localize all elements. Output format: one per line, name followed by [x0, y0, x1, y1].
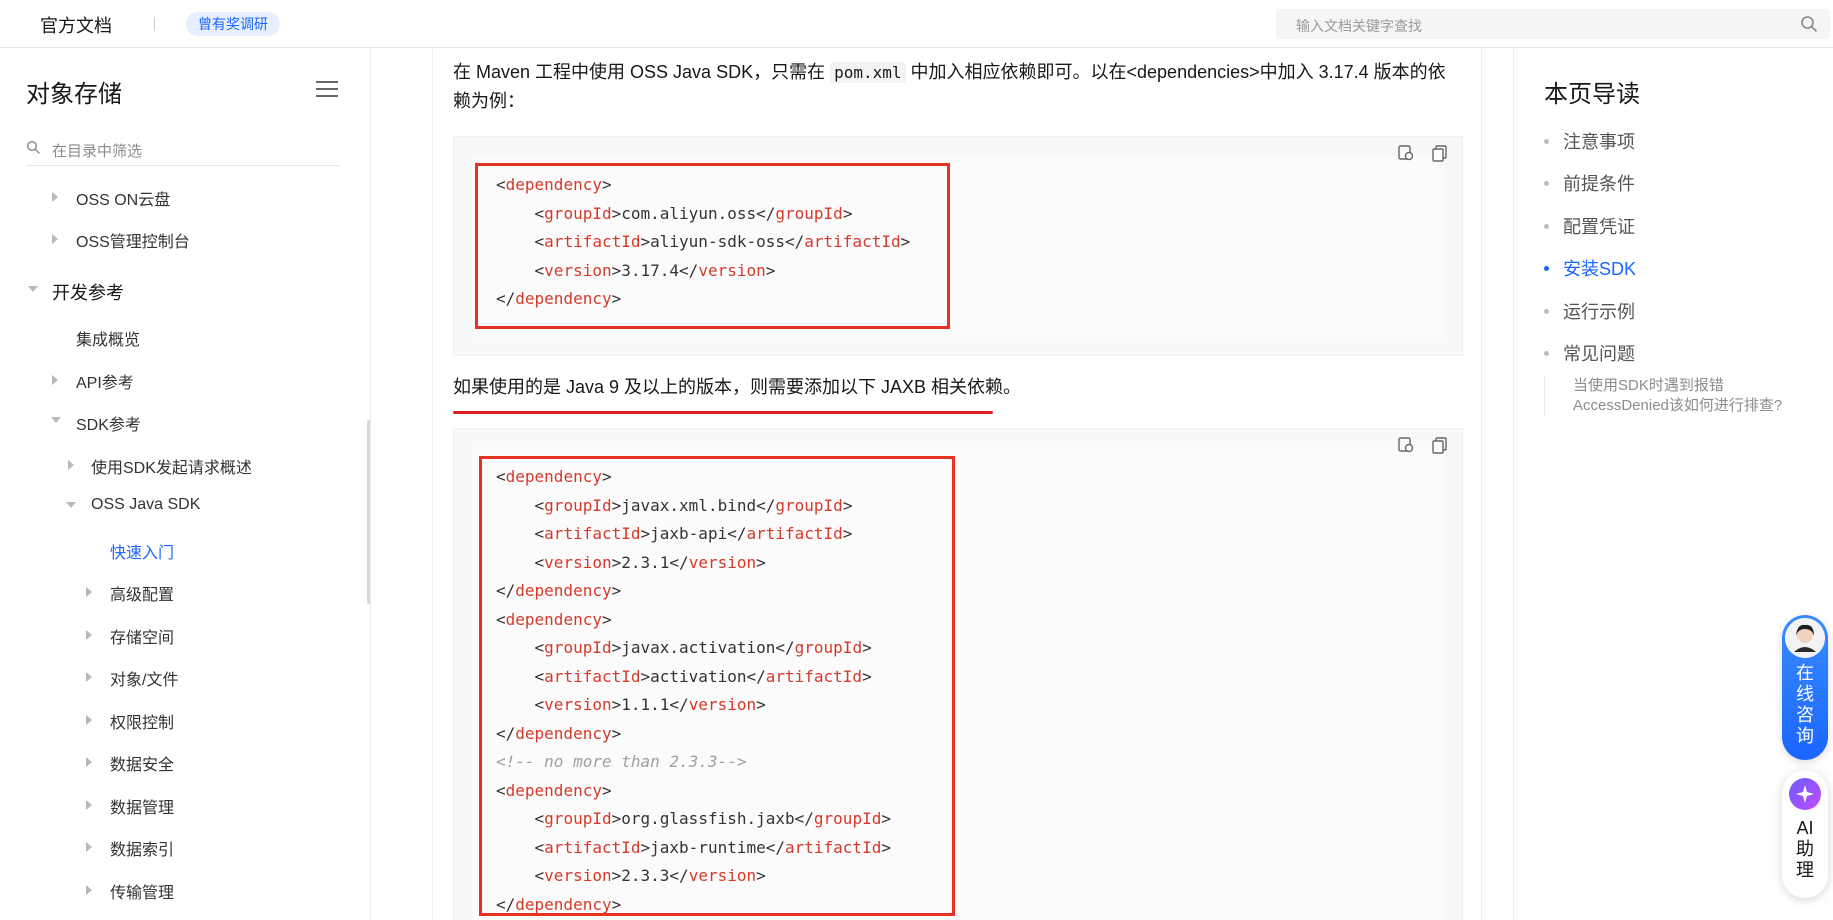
jaxb-note: 如果使用的是 Java 9 及以上的版本，则需要添加以下 JAXB 相关依赖。	[453, 377, 1022, 397]
toc-item-install-sdk[interactable]: 安装SDK	[1544, 255, 1636, 281]
expand-caret-icon[interactable]	[86, 885, 92, 895]
sidebar-title: 对象存储	[26, 81, 122, 108]
sidebar-item-oss-java-sdk[interactable]: OSS Java SDK	[91, 496, 200, 514]
intro-paragraph: 在 Maven 工程中使用 OSS Java SDK，只需在 pom.xml 中…	[453, 58, 1463, 116]
filter-box[interactable]: 在目录中筛选	[26, 130, 340, 166]
consult-label: 在线咨询	[1796, 663, 1814, 746]
intro-text-1: 在 Maven 工程中使用 OSS Java SDK，只需在	[453, 62, 831, 82]
code-toolbar	[1396, 435, 1450, 455]
sidebar-item-oss-console[interactable]: OSS管理控制台	[76, 228, 190, 252]
filter-search-icon	[26, 140, 40, 154]
toc-item-run-example[interactable]: 运行示例	[1544, 298, 1635, 324]
toc-label: 前提条件	[1563, 174, 1635, 194]
main-content: 在 Maven 工程中使用 OSS Java SDK，只需在 pom.xml 中…	[432, 48, 1482, 920]
agent-avatar	[1785, 618, 1825, 658]
bullet-icon	[1544, 308, 1549, 314]
sidebar-item-advanced-config[interactable]: 高级配置	[110, 581, 174, 605]
search-box[interactable]: 输入文档关键字查找	[1276, 9, 1830, 39]
collapse-caret-icon[interactable]	[66, 502, 76, 508]
search-input[interactable]: 输入文档关键字查找	[1296, 16, 1422, 36]
run-code-icon[interactable]	[1396, 435, 1416, 455]
sidebar-item-access-control[interactable]: 权限控制	[110, 709, 174, 733]
toc-label: 运行示例	[1563, 302, 1635, 322]
menu-icon[interactable]	[316, 80, 338, 98]
toc-label: 注意事项	[1563, 132, 1635, 152]
online-consult-button[interactable]: 在线咨询	[1782, 615, 1828, 760]
toc-label: 安装SDK	[1563, 259, 1637, 279]
top-bar: 官方文档 曾有奖调研 输入文档关键字查找	[0, 0, 1833, 48]
bullet-icon	[1544, 265, 1549, 271]
toc-item-faq[interactable]: 常见问题	[1544, 340, 1635, 366]
brand-link[interactable]: 官方文档	[40, 12, 112, 38]
toc-item-prerequisites[interactable]: 前提条件	[1544, 170, 1635, 196]
expand-caret-icon[interactable]	[86, 672, 92, 682]
sidebar-scrollbar[interactable]	[367, 420, 370, 604]
expand-caret-icon[interactable]	[86, 630, 92, 640]
sidebar-item-oss-on-cloud-disk[interactable]: OSS ON云盘	[76, 186, 170, 210]
avatar-icon	[1785, 618, 1825, 658]
sidebar-item-sdk-request-overview[interactable]: 使用SDK发起请求概述	[91, 454, 252, 478]
inline-code: pom.xml	[830, 62, 906, 83]
copy-icon[interactable]	[1430, 435, 1450, 455]
run-code-icon[interactable]	[1396, 143, 1416, 163]
expand-caret-icon[interactable]	[86, 842, 92, 852]
bullet-icon	[1544, 350, 1549, 356]
expand-caret-icon[interactable]	[68, 460, 74, 470]
sidebar-item-sdk-reference[interactable]: SDK参考	[76, 411, 141, 435]
note-underline	[453, 411, 993, 414]
intro-text-3: 赖为例：	[453, 91, 525, 111]
code-toolbar	[1396, 143, 1450, 163]
ai-label: AI 助理	[1796, 818, 1814, 880]
toc-item-credentials[interactable]: 配置凭证	[1544, 213, 1635, 239]
copy-icon[interactable]	[1430, 143, 1450, 163]
expand-caret-icon[interactable]	[52, 375, 58, 385]
toc-label: 常见问题	[1563, 344, 1635, 364]
sidebar-item-dev-reference[interactable]: 开发参考	[52, 279, 124, 305]
toc-title: 本页导读	[1544, 81, 1640, 108]
sidebar-item-api-reference[interactable]: API参考	[76, 369, 134, 393]
sidebar-item-data-security[interactable]: 数据安全	[110, 751, 174, 775]
sidebar-item-buckets[interactable]: 存储空间	[110, 624, 174, 648]
bullet-icon	[1544, 223, 1549, 229]
toc-subitem-access-denied[interactable]: 当使用SDK时遇到报错AccessDenied该如何进行排查?	[1544, 376, 1794, 416]
toc-label: 配置凭证	[1563, 217, 1635, 237]
sidebar-item-transfer-management[interactable]: 传输管理	[110, 879, 174, 903]
collapse-caret-icon[interactable]	[28, 286, 38, 292]
sidebar-item-quick-start[interactable]: 快速入门	[110, 539, 174, 563]
search-icon[interactable]	[1800, 15, 1818, 33]
ai-assistant-button[interactable]: AI 助理	[1782, 770, 1828, 898]
highlight-box-maven	[475, 163, 950, 329]
header-divider	[154, 17, 155, 31]
expand-caret-icon[interactable]	[52, 192, 58, 202]
ai-logo-icon	[1789, 778, 1821, 810]
sidebar-item-data-index[interactable]: 数据索引	[110, 836, 174, 860]
survey-badge[interactable]: 曾有奖调研	[186, 12, 280, 36]
bullet-icon	[1544, 138, 1549, 144]
expand-caret-icon[interactable]	[86, 757, 92, 767]
sidebar-item-integration-overview[interactable]: 集成概览	[76, 326, 140, 350]
expand-caret-icon[interactable]	[86, 715, 92, 725]
highlight-box-jaxb	[479, 456, 955, 916]
expand-caret-icon[interactable]	[86, 800, 92, 810]
intro-text-2: 中加入相应依赖即可。以在<dependencies>中加入 3.17.4 版本的…	[905, 62, 1446, 82]
expand-caret-icon[interactable]	[52, 234, 58, 244]
collapse-caret-icon[interactable]	[51, 417, 61, 423]
bullet-icon	[1544, 180, 1549, 186]
filter-input[interactable]: 在目录中筛选	[52, 140, 142, 161]
sidebar: 对象存储 在目录中筛选 OSS ON云盘 OSS管理控制台 开发参考 集成概览 …	[0, 48, 371, 920]
toc-item-notes[interactable]: 注意事项	[1544, 128, 1635, 154]
sidebar-item-data-management[interactable]: 数据管理	[110, 794, 174, 818]
expand-caret-icon[interactable]	[86, 587, 92, 597]
sidebar-item-objects[interactable]: 对象/文件	[110, 666, 178, 690]
